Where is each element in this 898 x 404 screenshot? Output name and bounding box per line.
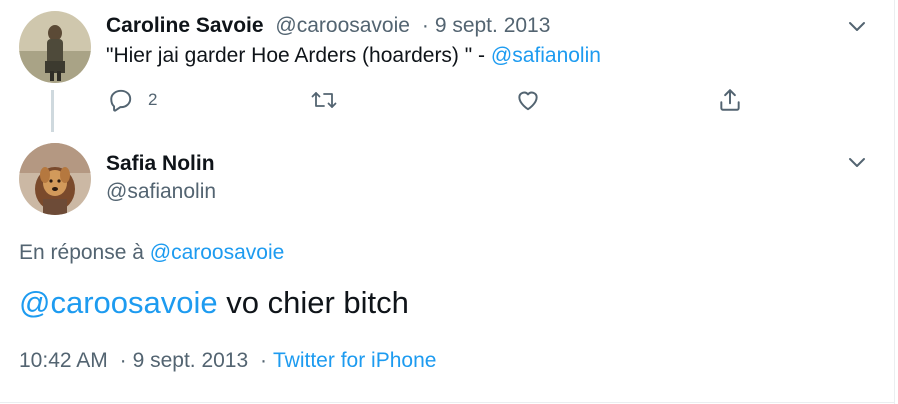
retweet-button[interactable]	[310, 86, 338, 114]
reply-icon	[110, 89, 132, 112]
reply-to-link[interactable]: @caroosavoie	[150, 241, 285, 264]
thread-connector	[51, 90, 54, 132]
author-name[interactable]: Caroline Savoie	[106, 14, 264, 37]
person-with-dog-avatar-icon	[19, 143, 91, 215]
source-link[interactable]: Twitter for iPhone	[273, 349, 436, 372]
avatar[interactable]	[19, 11, 91, 83]
separator: ·	[260, 349, 268, 372]
heart-icon	[518, 91, 538, 111]
tweet-date[interactable]: 9 sept. 2013	[133, 349, 249, 372]
reply-button[interactable]: 2	[108, 86, 157, 114]
author-handle[interactable]: @safianolin	[106, 178, 216, 206]
person-standing-avatar-icon	[19, 11, 91, 83]
share-icon	[720, 89, 740, 111]
like-button[interactable]	[515, 86, 541, 114]
author-name[interactable]: Safia Nolin	[106, 150, 215, 178]
reply-count: 2	[148, 90, 158, 109]
reply-context: En réponse à @caroosavoie	[19, 239, 284, 267]
mention-link[interactable]: @caroosavoie	[19, 285, 218, 320]
mention-link[interactable]: @safianolin	[491, 44, 601, 67]
parent-tweet-text: "Hier jai garder Hoe Arders (hoarders) "…	[106, 42, 601, 70]
tweet-metadata: 10:42 AM · 9 sept. 2013 · Twitter for iPho…	[19, 347, 436, 375]
chevron-down-icon[interactable]	[846, 151, 868, 173]
divider	[894, 0, 895, 404]
tweet-date[interactable]: 9 sept. 2013	[435, 14, 551, 37]
tweet-thread: Caroline Savoie @caroosavoie · 9 sept. 20…	[0, 0, 898, 404]
parent-tweet-header: Caroline Savoie @caroosavoie · 9 sept. 20…	[106, 12, 550, 40]
tweet-body: @caroosavoie vo chier bitch	[19, 282, 409, 324]
share-button[interactable]	[717, 86, 743, 114]
chevron-down-icon[interactable]	[846, 15, 868, 37]
tweet-text: "Hier jai garder Hoe Arders (hoarders) "…	[106, 44, 491, 67]
retweet-icon	[311, 92, 337, 108]
divider	[0, 402, 894, 403]
author-handle[interactable]: @caroosavoie	[275, 14, 410, 37]
reply-prefix: En réponse à	[19, 241, 150, 264]
tweet-time[interactable]: 10:42 AM	[19, 349, 108, 372]
avatar[interactable]	[19, 143, 91, 215]
tweet-text: vo chier bitch	[217, 285, 409, 320]
separator: ·	[421, 14, 429, 37]
separator: ·	[119, 349, 127, 372]
